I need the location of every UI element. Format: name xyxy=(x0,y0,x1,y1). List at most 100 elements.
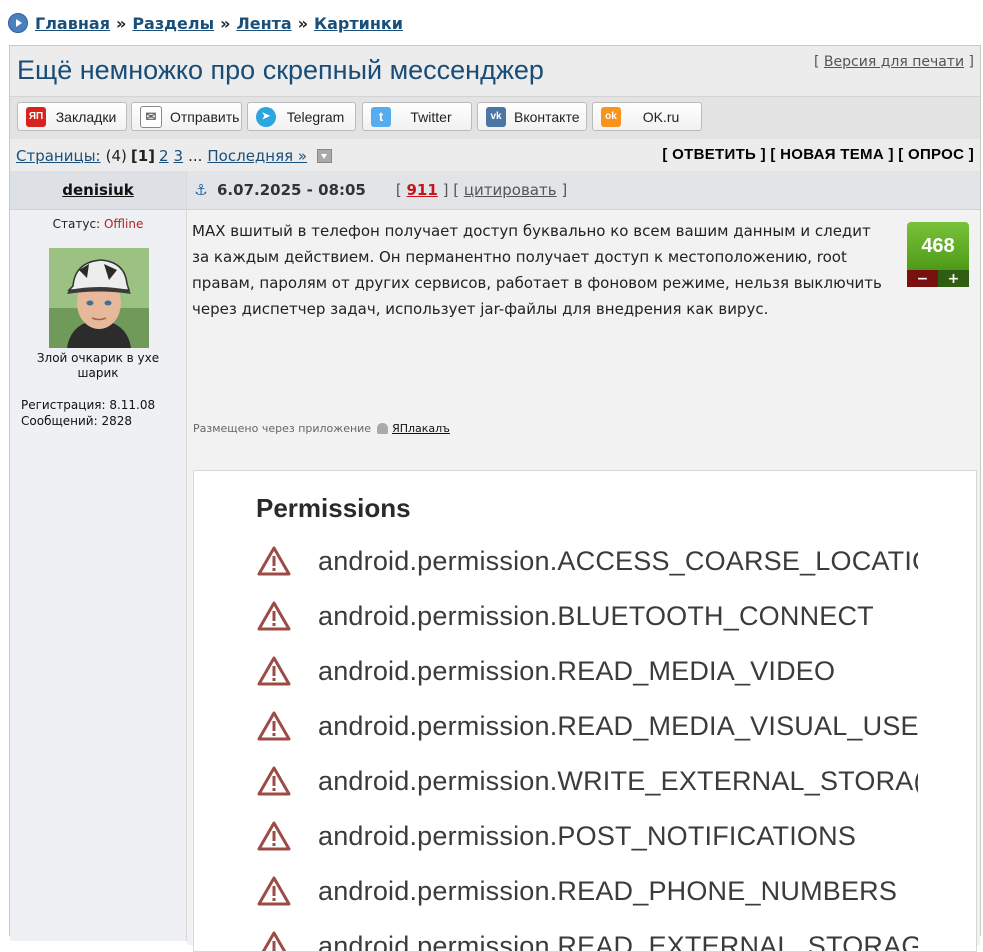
page-link-3[interactable]: 3 xyxy=(174,147,184,165)
posted-via-app-link[interactable]: ЯПлакалъ xyxy=(392,422,450,435)
vote-down-button[interactable]: − xyxy=(907,270,938,287)
breadcrumb-home[interactable]: Главная xyxy=(35,14,110,33)
image-permissions-title: Permissions xyxy=(256,493,411,524)
quote-link[interactable]: цитировать xyxy=(464,181,557,199)
breadcrumb-pictures[interactable]: Картинки xyxy=(314,14,403,33)
vk-icon: vk xyxy=(486,107,506,127)
reply-button[interactable]: [ ОТВЕТИТЬ ] xyxy=(662,146,765,163)
new-topic-button[interactable]: [ НОВАЯ ТЕМА ] xyxy=(770,146,893,163)
share-button-label: Вконтакте xyxy=(514,109,588,125)
share-button-label: Twitter xyxy=(399,109,471,125)
permission-row: android.permission.READ_MEDIA_VISUAL_USE xyxy=(256,706,918,746)
warning-icon xyxy=(256,875,292,907)
play-circle-icon xyxy=(8,13,28,33)
share-button-label: OK.ru xyxy=(629,109,701,125)
permission-name: android.permission.ACCESS_COARSE_LOCATIC xyxy=(318,546,918,577)
vkontakte-button[interactable]: vk Вконтакте xyxy=(477,102,587,131)
status-value: Offline xyxy=(104,217,143,231)
rating-widget: 468 − + xyxy=(907,222,969,287)
topic-actions: [ ОТВЕТИТЬ ] [ НОВАЯ ТЕМА ] [ ОПРОС ] xyxy=(662,146,974,163)
author-status: Статус: Offline xyxy=(10,217,186,231)
anchor-icon[interactable]: ⚓ xyxy=(193,182,209,198)
mail-icon: ✉ xyxy=(140,106,162,128)
author-meta: Регистрация: 8.11.08 Сообщений: 2828 xyxy=(21,397,155,429)
poll-button[interactable]: [ ОПРОС ] xyxy=(898,146,974,163)
breadcrumb-feed[interactable]: Лента xyxy=(236,14,291,33)
permission-row: android.permission.WRITE_EXTERNAL_STORA( xyxy=(256,761,918,801)
topic-header: Ещё немножко про скрепный мессенджер [ В… xyxy=(10,46,980,96)
last-page-link[interactable]: Последняя » xyxy=(207,147,307,165)
permission-row: android.permission.POST_NOTIFICATIONS xyxy=(256,816,918,856)
author-header: denisiuk xyxy=(10,171,186,210)
page-dropdown-icon[interactable] xyxy=(317,149,332,163)
permission-row: android.permission.READ_EXTERNAL_STORAG xyxy=(256,926,918,952)
pages-ellipsis: ... xyxy=(188,147,202,165)
post-date: 6.07.2025 - 08:05 xyxy=(217,181,366,199)
print-version-link[interactable]: Версия для печати xyxy=(824,54,964,70)
twitter-button[interactable]: t Twitter xyxy=(362,102,472,131)
vote-up-button[interactable]: + xyxy=(938,270,969,287)
permission-name: android.permission.WRITE_EXTERNAL_STORA( xyxy=(318,766,918,797)
permission-name: android.permission.READ_MEDIA_VIDEO xyxy=(318,656,835,687)
avatar[interactable] xyxy=(49,248,149,348)
share-button-label: Отправить xyxy=(170,109,247,125)
permission-row: android.permission.READ_PHONE_NUMBERS xyxy=(256,871,918,911)
bookmarks-button[interactable]: ЯП Закладки xyxy=(17,102,127,131)
permission-name: android.permission.POST_NOTIFICATIONS xyxy=(318,821,856,852)
breadcrumb-sections[interactable]: Разделы xyxy=(132,14,214,33)
okru-button[interactable]: ok OK.ru xyxy=(592,102,702,131)
warning-icon xyxy=(256,655,292,687)
pages-label[interactable]: Страницы: xyxy=(16,147,101,165)
warning-icon xyxy=(256,600,292,632)
post-body: MAX вшитый в телефон получает доступ бук… xyxy=(187,210,980,945)
pagination: Страницы: (4) [1] 2 3 ... Последняя » xyxy=(16,147,332,165)
warning-icon xyxy=(256,545,292,577)
breadcrumb-separator: » xyxy=(220,14,230,33)
warning-icon xyxy=(256,765,292,797)
breadcrumb-separator: » xyxy=(116,14,126,33)
share-button-label: Закладки xyxy=(54,109,126,125)
rating-buttons: − + xyxy=(907,270,969,287)
post-header: ⚓ 6.07.2025 - 08:05 [ 911 ] [ цитировать… xyxy=(187,171,980,210)
rating-value: 468 xyxy=(907,222,969,270)
permission-row: android.permission.ACCESS_COARSE_LOCATIC xyxy=(256,541,918,581)
permission-row: android.permission.BLUETOOTH_CONNECT xyxy=(256,596,918,636)
avatar-caption: Злой очкарик в ухе шарик xyxy=(16,351,180,381)
posted-via: Размещено через приложение ЯПлакалъ xyxy=(193,422,450,435)
yaplakal-icon: ЯП xyxy=(26,107,46,127)
message-count: Сообщений: 2828 xyxy=(21,413,155,429)
share-bar: ЯП Закладки ✉ Отправить ➤ Telegram t Twi… xyxy=(10,96,980,140)
ok-icon: ok xyxy=(601,107,621,127)
print-version: [ Версия для печати ] xyxy=(814,54,974,70)
page-title: Ещё немножко про скрепный мессенджер xyxy=(17,55,544,86)
permission-name: android.permission.BLUETOOTH_CONNECT xyxy=(318,601,874,632)
pagination-bar: Страницы: (4) [1] 2 3 ... Последняя » [ … xyxy=(10,139,980,171)
telegram-button[interactable]: ➤ Telegram xyxy=(247,102,356,131)
send-button[interactable]: ✉ Отправить xyxy=(131,102,242,131)
topic-frame: Ещё немножко про скрепный мессенджер [ В… xyxy=(9,45,981,936)
posted-via-label: Размещено через приложение xyxy=(193,422,371,435)
breadcrumb: Главная » Разделы » Лента » Картинки xyxy=(8,13,403,33)
avatar-image xyxy=(49,248,149,348)
post-number[interactable]: 911 xyxy=(407,181,438,199)
page-link-2[interactable]: 2 xyxy=(159,147,169,165)
post-number-block: [ 911 ] [ цитировать ] xyxy=(396,181,567,199)
twitter-icon: t xyxy=(371,107,391,127)
registration-date: Регистрация: 8.11.08 xyxy=(21,397,155,413)
post-image[interactable]: Permissions android.permission.ACCESS_CO… xyxy=(193,470,977,952)
breadcrumb-separator: » xyxy=(298,14,308,33)
status-label: Статус: xyxy=(53,217,100,231)
warning-icon xyxy=(256,930,292,952)
warning-icon xyxy=(256,820,292,852)
permission-name: android.permission.READ_EXTERNAL_STORAG xyxy=(318,931,918,952)
android-icon xyxy=(377,423,388,434)
post-text: MAX вшитый в телефон получает доступ бук… xyxy=(192,218,892,322)
author-name[interactable]: denisiuk xyxy=(62,181,133,199)
pages-count: (4) xyxy=(106,147,127,165)
warning-icon xyxy=(256,710,292,742)
current-page: [1] xyxy=(131,147,155,165)
permission-name: android.permission.READ_MEDIA_VISUAL_USE xyxy=(318,711,918,742)
telegram-icon: ➤ xyxy=(256,107,276,127)
share-button-label: Telegram xyxy=(284,109,355,125)
author-column: denisiuk Статус: Offline Злой очкарик в … xyxy=(10,171,187,941)
